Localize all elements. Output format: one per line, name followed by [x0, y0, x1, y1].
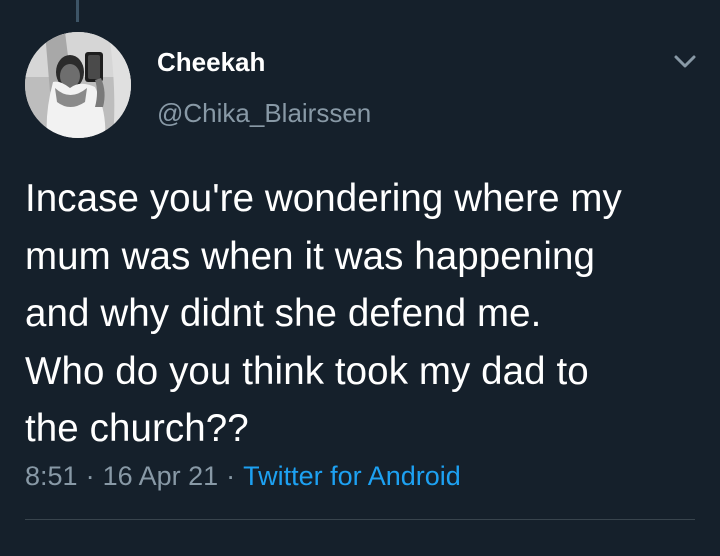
tweet-text-line: the church?? [25, 407, 249, 450]
tweet-date[interactable]: 16 Apr 21 [103, 461, 219, 491]
tweet-text-line: Who do you think took my dad to [25, 349, 589, 393]
chevron-down-icon [674, 55, 696, 68]
tweet-time[interactable]: 8:51 [25, 461, 78, 491]
tweet-metadata: 8:51 · 16 Apr 21 · Twitter for Android [25, 456, 461, 496]
divider [25, 519, 695, 520]
more-options-button[interactable] [668, 48, 702, 76]
tweet-text: Incase you're wondering where my mum was… [25, 170, 715, 458]
tweet-text-line: mum was when it was happening [25, 234, 596, 278]
tweet-text-line: and why didnt she defend me. [25, 292, 542, 335]
tweet-source-link[interactable]: Twitter for Android [243, 461, 461, 491]
author-handle[interactable]: @Chika_Blairssen [157, 97, 371, 129]
separator: · [226, 461, 236, 491]
avatar-photo [25, 32, 131, 138]
separator: · [85, 461, 95, 491]
thread-connector-line [76, 0, 79, 22]
avatar[interactable] [25, 32, 131, 138]
author-display-name[interactable]: Cheekah [157, 46, 265, 78]
tweet-text-line: Incase you're wondering where my [25, 177, 622, 220]
